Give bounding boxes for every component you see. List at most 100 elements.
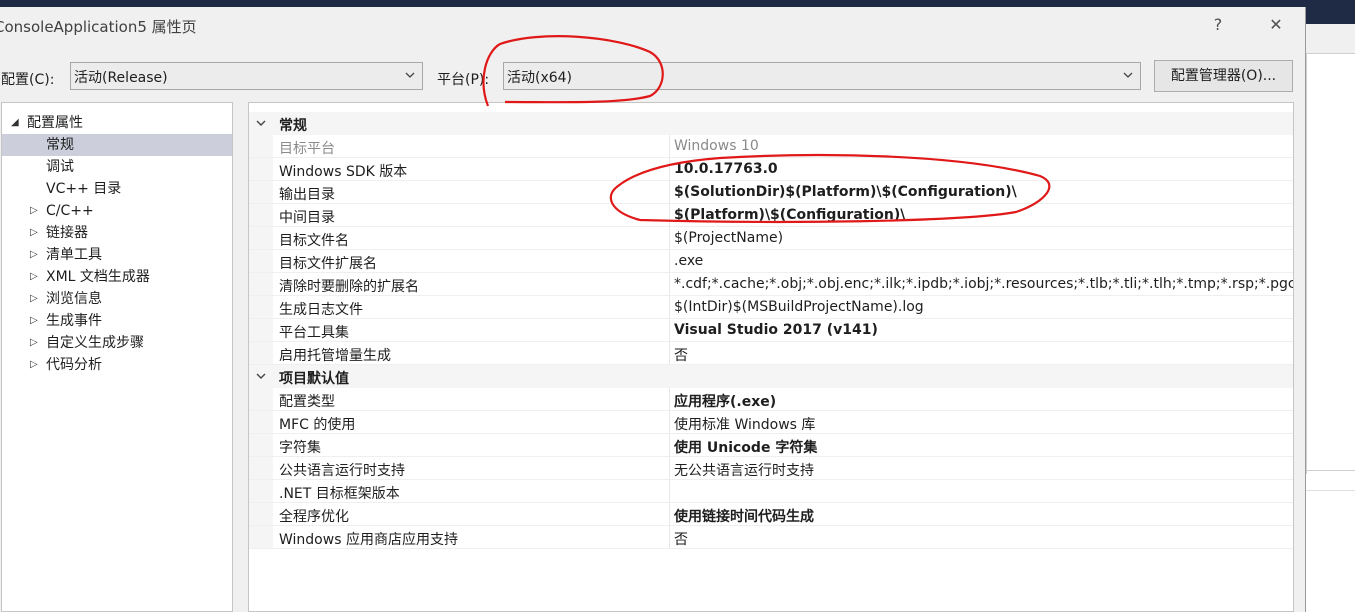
property-value[interactable]: $(ProjectName) [674, 230, 783, 246]
collapsed-arrow-icon[interactable]: ▷ [30, 288, 38, 310]
tree-item[interactable]: 常规 [2, 134, 232, 156]
property-value[interactable]: 否 [674, 529, 688, 549]
row-gutter [249, 135, 273, 158]
property-value[interactable]: $(Platform)\$(Configuration)\ [674, 207, 905, 223]
property-value[interactable]: Visual Studio 2017 (v141) [674, 322, 878, 338]
property-value[interactable]: 否 [674, 345, 688, 365]
property-name: 公共语言运行时支持 [279, 463, 405, 479]
category-header[interactable]: 常规 [249, 112, 1293, 135]
expand-arrow-icon[interactable]: ◢ [11, 112, 19, 134]
property-row[interactable]: 清除时要删除的扩展名 *.cdf;*.cache;*.obj;*.obj.enc;… [249, 273, 1293, 296]
property-row[interactable]: 生成日志文件 $(IntDir)$(MSBuildProjectName).log [249, 296, 1293, 319]
collapsed-arrow-icon[interactable]: ▷ [30, 266, 38, 288]
property-value[interactable]: Windows 10 [674, 138, 759, 154]
property-value[interactable]: $(SolutionDir)$(Platform)\$(Configuratio… [674, 184, 1017, 200]
collapsed-arrow-icon[interactable]: ▷ [30, 354, 38, 376]
property-value[interactable]: $(IntDir)$(MSBuildProjectName).log [674, 299, 924, 315]
chevron-down-icon[interactable] [255, 370, 267, 382]
tree-item[interactable]: ▷ 自定义生成步骤 [2, 332, 232, 354]
tree-item[interactable]: 调试 [2, 156, 232, 178]
property-row[interactable]: 字符集 使用 Unicode 字符集 [249, 434, 1293, 457]
category-name: 常规 [279, 118, 307, 134]
property-row[interactable]: Windows 应用商店应用支持 否 [249, 526, 1293, 549]
column-separator [669, 319, 670, 342]
tree-item-label: 自定义生成步骤 [46, 335, 144, 351]
collapsed-arrow-icon[interactable]: ▷ [30, 222, 38, 244]
property-value[interactable]: .exe [674, 253, 703, 269]
property-row[interactable]: 启用托管增量生成 否 [249, 342, 1293, 365]
column-separator [669, 457, 670, 480]
property-row[interactable]: .NET 目标框架版本 [249, 480, 1293, 503]
chevron-down-icon [405, 72, 415, 78]
property-value[interactable]: 使用链接时间代码生成 [674, 506, 814, 526]
tree-item[interactable]: VC++ 目录 [2, 178, 232, 200]
tree-item[interactable]: ◢ 配置属性 [2, 112, 232, 134]
collapsed-arrow-icon[interactable]: ▷ [30, 332, 38, 354]
help-button[interactable]: ? [1206, 13, 1230, 37]
tree-item-label: 浏览信息 [46, 291, 102, 307]
config-select-value: 活动(Release) [74, 70, 168, 86]
property-name: .NET 目标框架版本 [279, 486, 400, 502]
column-separator [669, 158, 670, 181]
config-select[interactable]: 活动(Release) [70, 62, 423, 90]
property-row[interactable]: 公共语言运行时支持 无公共语言运行时支持 [249, 457, 1293, 480]
close-button[interactable]: ✕ [1264, 13, 1288, 37]
row-gutter [249, 411, 273, 434]
property-row[interactable]: 目标文件扩展名 .exe [249, 250, 1293, 273]
platform-select[interactable]: 活动(x64) [503, 62, 1141, 90]
column-separator [669, 480, 670, 503]
platform-label: 平台(P): [437, 72, 490, 88]
tree-item[interactable]: ▷ XML 文档生成器 [2, 266, 232, 288]
background-titlebar [1306, 0, 1355, 24]
tree-item[interactable]: ▷ 清单工具 [2, 244, 232, 266]
property-row[interactable]: MFC 的使用 使用标准 Windows 库 [249, 411, 1293, 434]
column-separator [669, 342, 670, 365]
tree-item[interactable]: ▷ 生成事件 [2, 310, 232, 332]
row-gutter [249, 158, 273, 181]
property-name: 字符集 [279, 440, 321, 456]
property-row[interactable]: 平台工具集 Visual Studio 2017 (v141) [249, 319, 1293, 342]
config-manager-button[interactable]: 配置管理器(O)... [1154, 60, 1293, 92]
tree-item-label: 代码分析 [46, 357, 102, 373]
property-value[interactable]: 使用 Unicode 字符集 [674, 437, 817, 457]
property-row[interactable]: 全程序优化 使用链接时间代码生成 [249, 503, 1293, 526]
property-row[interactable]: 输出目录 $(SolutionDir)$(Platform)\$(Configur… [249, 181, 1293, 204]
property-value[interactable]: *.cdf;*.cache;*.obj;*.obj.enc;*.ilk;*.ip… [674, 276, 1293, 292]
property-name: 清除时要删除的扩展名 [279, 279, 419, 295]
property-name: 生成日志文件 [279, 302, 363, 318]
collapsed-arrow-icon[interactable]: ▷ [30, 200, 38, 222]
column-separator [669, 273, 670, 296]
property-value[interactable]: 无公共语言运行时支持 [674, 460, 814, 480]
property-row[interactable]: Windows SDK 版本 10.0.17763.0 [249, 158, 1293, 181]
background-divider [1306, 490, 1355, 491]
property-name: 目标平台 [279, 141, 335, 157]
property-row[interactable]: 配置类型 应用程序(.exe) [249, 388, 1293, 411]
property-value[interactable]: 应用程序(.exe) [674, 391, 776, 411]
column-separator [669, 181, 670, 204]
property-row[interactable]: 中间目录 $(Platform)\$(Configuration)\ [249, 204, 1293, 227]
tree-item[interactable]: ▷ 代码分析 [2, 354, 232, 376]
chevron-down-icon [1123, 72, 1133, 78]
row-gutter [249, 319, 273, 342]
row-gutter [249, 434, 273, 457]
category-header[interactable]: 项目默认值 [249, 365, 1293, 388]
row-gutter [249, 503, 273, 526]
dialog-title: ConsoleApplication5 属性页 [0, 18, 197, 36]
property-row[interactable]: 目标平台 Windows 10 [249, 135, 1293, 158]
row-gutter [249, 457, 273, 480]
property-value[interactable]: 使用标准 Windows 库 [674, 414, 815, 434]
collapsed-arrow-icon[interactable]: ▷ [30, 244, 38, 266]
column-separator [669, 204, 670, 227]
background-toolbar [1306, 24, 1355, 54]
property-name: Windows 应用商店应用支持 [279, 532, 458, 548]
row-gutter [249, 250, 273, 273]
property-name: Windows SDK 版本 [279, 164, 408, 180]
tree-item[interactable]: ▷ 浏览信息 [2, 288, 232, 310]
chevron-down-icon[interactable] [255, 117, 267, 129]
column-separator [669, 434, 670, 457]
tree-item[interactable]: ▷ 链接器 [2, 222, 232, 244]
property-value[interactable]: 10.0.17763.0 [674, 161, 778, 177]
property-row[interactable]: 目标文件名 $(ProjectName) [249, 227, 1293, 250]
collapsed-arrow-icon[interactable]: ▷ [30, 310, 38, 332]
tree-item[interactable]: ▷ C/C++ [2, 200, 232, 222]
